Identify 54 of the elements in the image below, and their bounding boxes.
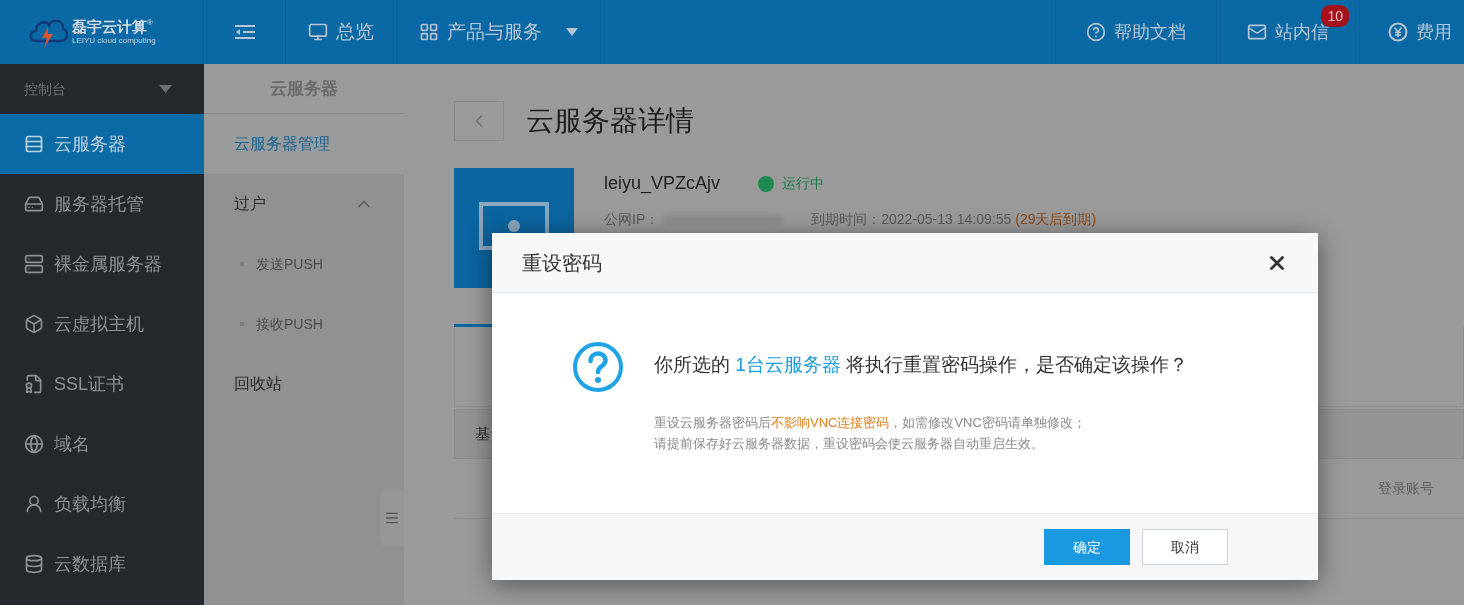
subnav-subitem[interactable]: 接收PUSH — [204, 294, 404, 354]
registered-mark: ® — [147, 19, 153, 27]
sidebar-title: 控制台 — [24, 79, 66, 99]
rows-icon — [24, 134, 44, 154]
header-link[interactable]: 费用 — [1360, 0, 1464, 64]
drive-icon — [24, 194, 44, 214]
expiry-remaining: (29天后到期) — [1015, 210, 1097, 229]
user-icon — [24, 494, 44, 514]
confirm-button[interactable]: 确定 — [1044, 529, 1130, 565]
logo-subtitle: LEIYU cloud computing — [72, 37, 156, 45]
sidebar-item[interactable]: 云数据库 — [0, 534, 204, 594]
ip-label: 公网IP： — [604, 210, 660, 229]
sidebar-item[interactable]: 服务器托管 — [0, 174, 204, 234]
mail-icon — [1247, 22, 1267, 42]
server-count-link[interactable]: 1台云服务器 — [735, 354, 841, 375]
confirm-message: 你所选的 1台云服务器 将执行重置密码操作，是否确定该操作？ — [654, 353, 1189, 377]
globe-icon — [24, 434, 44, 454]
header-link[interactable]: 帮助文档 — [1056, 0, 1217, 64]
yen-icon — [1388, 22, 1408, 42]
help-icon — [1086, 22, 1106, 42]
certificate-icon — [24, 374, 44, 394]
dialog-title: 重设密码 — [522, 250, 602, 276]
monitor-icon — [308, 22, 328, 42]
indent-icon — [234, 24, 255, 40]
grid-icon — [419, 22, 439, 42]
cancel-button[interactable]: 取消 — [1142, 529, 1228, 565]
status-text: 运行中 — [782, 174, 825, 193]
logo-name: 磊宇云计算 — [72, 19, 147, 34]
subnav-item[interactable]: 过户 — [204, 174, 404, 234]
cube-icon — [24, 314, 44, 334]
dropdown-caret-icon — [159, 85, 172, 93]
question-icon — [572, 341, 624, 393]
expiry-time: 2022-05-13 14:09:55 — [881, 210, 1012, 229]
database-icon — [24, 554, 44, 574]
server-name: leiyu_VPZcAjv — [604, 172, 721, 196]
note-text: 请提前保存好云服务器数据，重设密码会使云服务器自动重启生效。 — [654, 434, 1045, 453]
expiry-label: 到期时间： — [811, 210, 882, 229]
page-title: 云服务器详情 — [526, 104, 694, 138]
subnav-item[interactable]: 回收站 — [204, 354, 404, 414]
dropdown-caret-icon — [566, 28, 578, 36]
collapse-handle[interactable] — [380, 490, 404, 546]
note-text: 重设云服务器密码后不影响VNC连接密码，如需修改VNC密码请单独修改； — [654, 413, 1087, 432]
subnav-subitem[interactable]: 发送PUSH — [204, 234, 404, 294]
server-icon — [24, 254, 44, 274]
sidebar-item[interactable]: 裸金属服务器 — [0, 234, 204, 294]
sidebar-item[interactable]: 云虚拟主机 — [0, 294, 204, 354]
column-header: 登录账号 — [1378, 479, 1434, 498]
sidebar-item[interactable]: 负载均衡 — [0, 474, 204, 534]
sidebar-item[interactable]: 域名 — [0, 414, 204, 474]
tab-label: 基 — [475, 423, 490, 444]
nav-item[interactable]: 产品与服务 — [397, 0, 601, 64]
sidebar-item[interactable]: SSL证书 — [0, 354, 204, 414]
sidebar-item[interactable]: 云服务器 — [0, 114, 204, 174]
menu-icon — [384, 510, 400, 526]
